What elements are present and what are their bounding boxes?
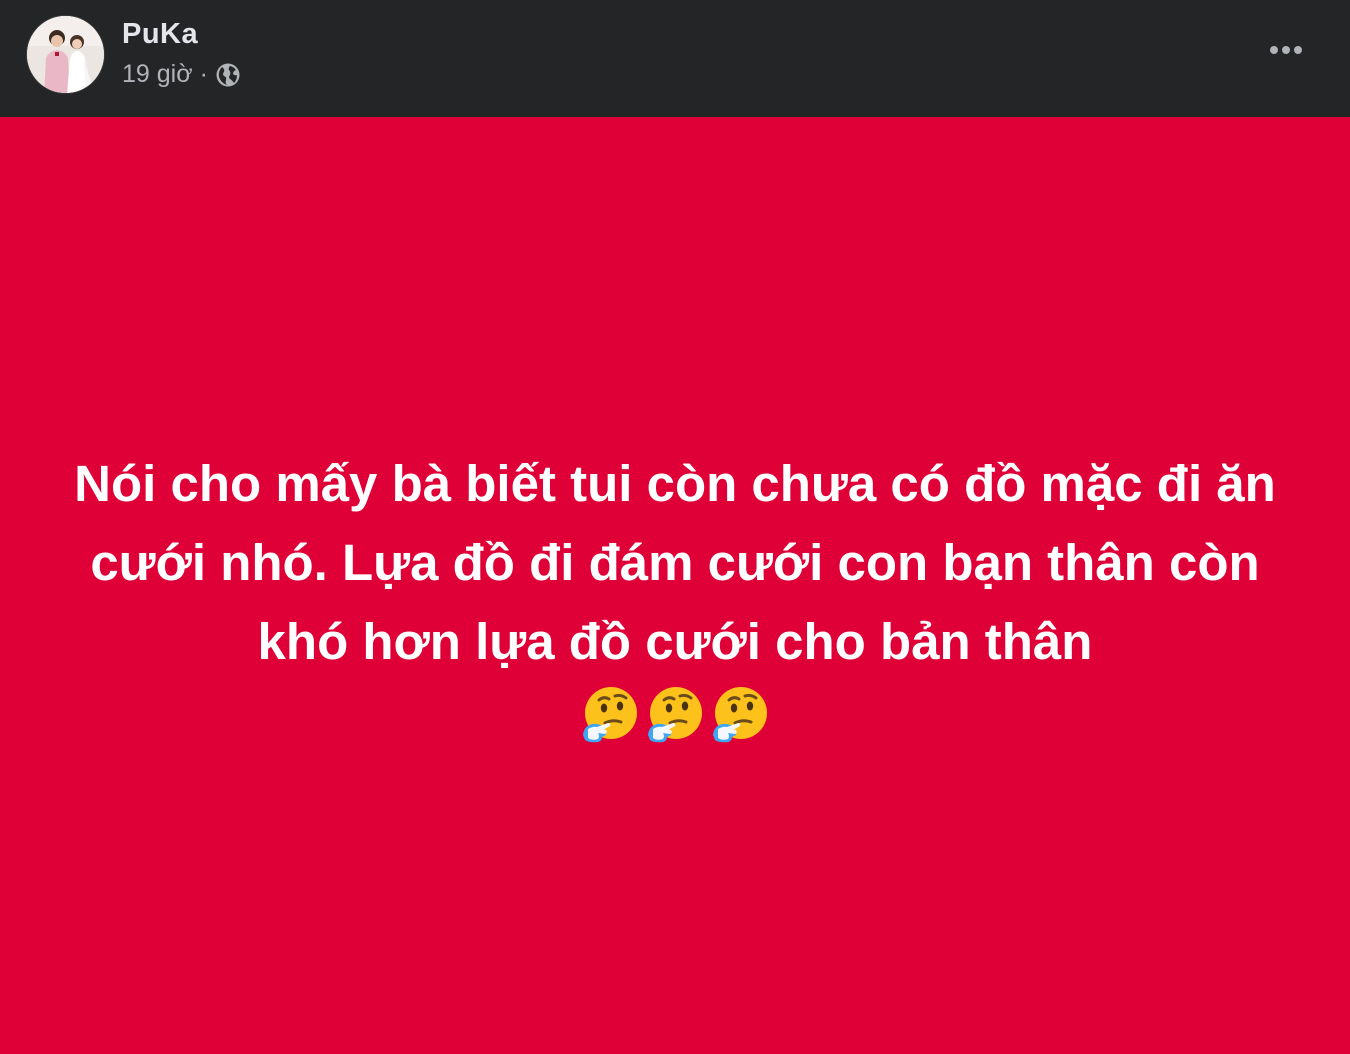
author-name[interactable]: PuKa xyxy=(122,18,198,51)
emoji-row xyxy=(0,685,1350,745)
post-timestamp[interactable]: 19 giờ xyxy=(122,60,193,89)
more-options-icon xyxy=(1270,46,1302,54)
thinking-face-emoji xyxy=(583,687,637,743)
meta-separator: · xyxy=(199,60,208,88)
author-avatar[interactable] xyxy=(26,15,105,94)
more-options-button[interactable] xyxy=(1258,28,1314,72)
avatar-photo xyxy=(27,16,104,93)
post-card: PuKa 19 giờ · Nói cho mấy bà biết tui cò… xyxy=(0,0,1350,1054)
post-header: PuKa 19 giờ · xyxy=(0,0,1350,117)
post-text: Nói cho mấy bà biết tui còn chưa có đồ m… xyxy=(74,455,1276,670)
post-background: Nói cho mấy bà biết tui còn chưa có đồ m… xyxy=(0,117,1350,1054)
thinking-face-emoji xyxy=(713,687,767,743)
post-meta: 19 giờ · xyxy=(122,60,241,89)
thinking-face-emoji xyxy=(648,687,702,743)
globe-icon[interactable] xyxy=(215,62,241,88)
